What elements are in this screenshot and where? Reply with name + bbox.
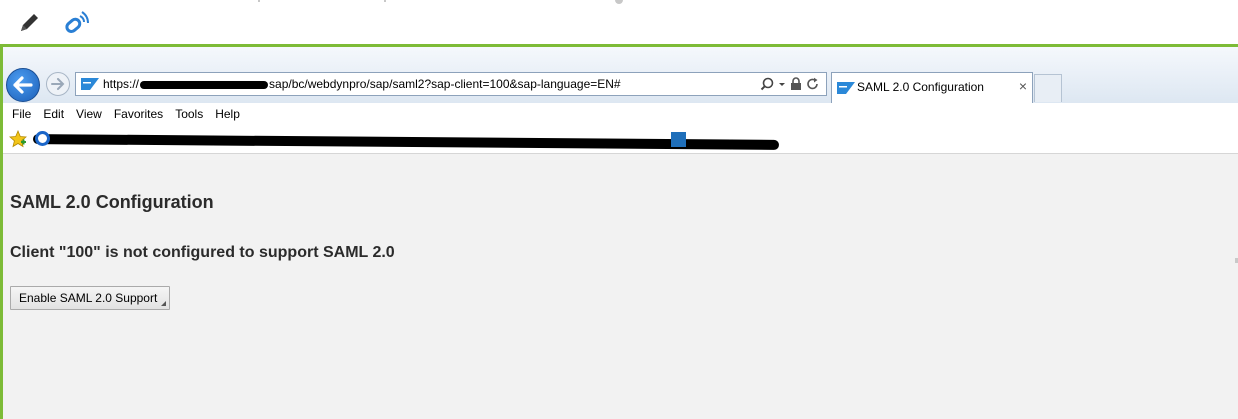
arrow-left-icon (13, 76, 33, 94)
sap-favicon-icon (837, 82, 855, 94)
status-message: Client "100" is not configured to suppor… (10, 244, 395, 261)
suggested-sites-icon[interactable] (671, 132, 686, 147)
redacted-favorites (32, 134, 780, 150)
tab-title: SAML 2.0 Configuration (857, 80, 984, 94)
menu-tools[interactable]: Tools (175, 107, 203, 121)
url-text[interactable]: https://sap/bc/webdynpro/sap/saml2?sap-c… (103, 77, 621, 91)
forward-button[interactable] (46, 72, 70, 96)
enable-saml-label: Enable SAML 2.0 Support (19, 291, 158, 305)
tab-saml-configuration[interactable]: SAML 2.0 Configuration × (831, 72, 1033, 103)
lock-icon[interactable] (790, 77, 802, 91)
address-bar[interactable]: https://sap/bc/webdynpro/sap/saml2?sap-c… (75, 72, 827, 96)
redacted-host (140, 80, 269, 89)
arrow-right-icon (51, 78, 65, 90)
enable-saml-button[interactable]: Enable SAML 2.0 Support (10, 286, 171, 310)
back-button[interactable] (6, 68, 40, 102)
divider (384, 0, 386, 2)
close-icon[interactable]: × (1019, 78, 1027, 94)
menu-view[interactable]: View (76, 107, 102, 121)
search-icon[interactable] (760, 77, 774, 91)
dropdown-icon[interactable] (778, 77, 786, 91)
favorites-bar (3, 125, 1238, 153)
menu-bar: File Edit View Favorites Tools Help (3, 103, 1238, 125)
browser-window: https://sap/bc/webdynpro/sap/saml2?sap-c… (0, 44, 1238, 419)
pencil-icon[interactable] (16, 10, 42, 36)
new-tab-button[interactable] (1034, 74, 1062, 102)
sap-favicon-icon (81, 78, 99, 90)
menu-help[interactable]: Help (215, 107, 240, 121)
link-icon[interactable] (60, 9, 90, 37)
favorite-site-icon[interactable] (35, 131, 50, 146)
menu-corner-icon (161, 301, 167, 306)
editor-toolbar (0, 0, 1238, 44)
refresh-icon[interactable] (806, 77, 820, 91)
address-tools (760, 76, 820, 92)
favorites-star-icon[interactable] (9, 130, 27, 148)
divider (615, 0, 623, 4)
menu-favorites[interactable]: Favorites (114, 107, 163, 121)
navigation-bar: https://sap/bc/webdynpro/sap/saml2?sap-c… (3, 47, 1238, 103)
menu-edit[interactable]: Edit (43, 107, 64, 121)
menu-file[interactable]: File (12, 107, 31, 121)
divider (258, 0, 260, 2)
page-content: SAML 2.0 Configuration Client "100" is n… (3, 153, 1238, 419)
page-title: SAML 2.0 Configuration (10, 192, 214, 212)
